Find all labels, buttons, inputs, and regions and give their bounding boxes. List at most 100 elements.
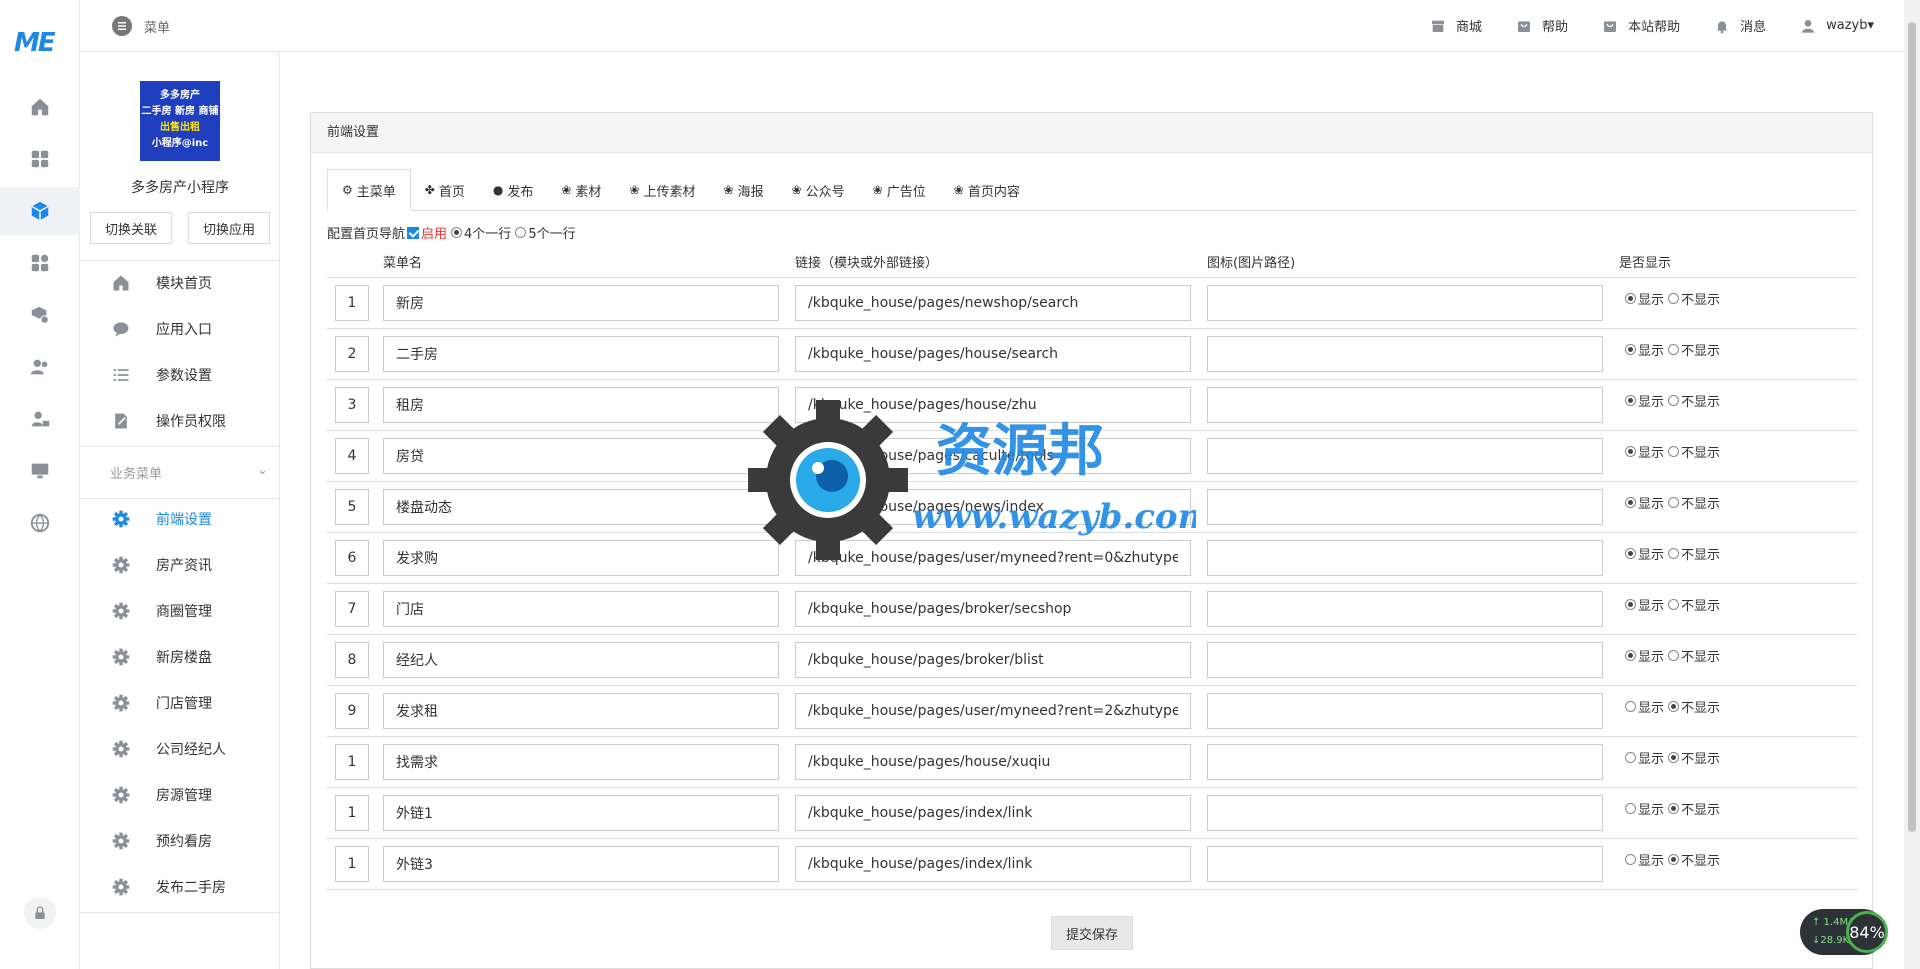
show-radio[interactable] xyxy=(1625,344,1636,355)
show-radio[interactable] xyxy=(1625,395,1636,406)
apps-grid-icon[interactable] xyxy=(0,135,80,183)
five-per-row-radio[interactable] xyxy=(515,227,527,238)
icon-path-input[interactable] xyxy=(1207,488,1603,525)
user-lock-icon[interactable] xyxy=(0,395,80,443)
switch-link-button[interactable]: 切换关联 xyxy=(90,212,172,244)
link-input[interactable] xyxy=(795,794,1191,831)
menu-name-input[interactable] xyxy=(383,488,779,525)
menu-toggle[interactable]: 菜单 xyxy=(112,16,170,36)
menu-name-input[interactable] xyxy=(383,335,779,372)
show-radio[interactable] xyxy=(1625,752,1636,763)
link-input[interactable] xyxy=(795,488,1191,525)
hide-radio[interactable] xyxy=(1668,497,1680,508)
submit-save-button[interactable]: 提交保存 xyxy=(1051,916,1133,950)
hide-radio[interactable] xyxy=(1668,293,1680,304)
menu-name-input[interactable] xyxy=(383,641,779,678)
icon-path-input[interactable] xyxy=(1207,794,1603,831)
box-settings-icon[interactable] xyxy=(0,291,80,339)
enable-checkbox[interactable] xyxy=(407,226,420,239)
hide-radio[interactable] xyxy=(1668,803,1680,814)
show-radio[interactable] xyxy=(1625,650,1636,661)
hide-radio[interactable] xyxy=(1668,701,1680,712)
icon-path-input[interactable] xyxy=(1207,692,1603,729)
messages-link[interactable]: 消息 xyxy=(1714,16,1766,35)
sidebar-item-business[interactable]: 门店管理 xyxy=(80,682,280,724)
user-menu[interactable]: wazyb▾ xyxy=(1800,18,1874,34)
link-input[interactable] xyxy=(795,692,1191,729)
hide-radio[interactable] xyxy=(1668,854,1680,865)
order-field[interactable]: 9 xyxy=(335,692,369,729)
order-field[interactable]: 3 xyxy=(335,386,369,423)
order-field[interactable]: 1 xyxy=(335,284,369,321)
network-speed-widget[interactable]: ↑ 1.4M/s ↓28.9K/s 84% xyxy=(1800,909,1888,955)
icon-path-input[interactable] xyxy=(1207,539,1603,576)
page-scrollbar[interactable] xyxy=(1904,0,1920,969)
menu-name-input[interactable] xyxy=(383,692,779,729)
tab-2[interactable]: ● 发布 xyxy=(479,169,548,211)
four-per-row-radio[interactable] xyxy=(451,227,463,238)
order-field[interactable]: 6 xyxy=(335,539,369,576)
show-radio[interactable] xyxy=(1625,803,1636,814)
tab-1[interactable]: ✤ 首页 xyxy=(411,169,479,211)
help-link[interactable]: 帮助 xyxy=(1516,16,1568,35)
sidebar-item-business[interactable]: 新房楼盘 xyxy=(80,636,280,678)
order-field[interactable]: 4 xyxy=(335,437,369,474)
link-input[interactable] xyxy=(795,437,1191,474)
scrollbar-thumb[interactable] xyxy=(1908,22,1916,832)
show-radio[interactable] xyxy=(1625,548,1636,559)
hide-radio[interactable] xyxy=(1668,752,1680,763)
link-input[interactable] xyxy=(795,743,1191,780)
link-input[interactable] xyxy=(795,386,1191,423)
sidebar-item-business[interactable]: 房产资讯 xyxy=(80,544,280,586)
menu-name-input[interactable] xyxy=(383,539,779,576)
sidebar-item-module-home[interactable]: 模块首页 xyxy=(80,262,280,304)
site-help-link[interactable]: 本站帮助 xyxy=(1602,16,1680,35)
switch-app-button[interactable]: 切换应用 xyxy=(188,212,270,244)
tab-4[interactable]: ❀ 上传素材 xyxy=(615,169,709,211)
sidebar-item-app-entry[interactable]: 应用入口 xyxy=(80,308,280,350)
store-link[interactable]: 商城 xyxy=(1430,16,1482,35)
icon-path-input[interactable] xyxy=(1207,845,1603,882)
link-input[interactable] xyxy=(795,335,1191,372)
icon-path-input[interactable] xyxy=(1207,743,1603,780)
home-icon[interactable] xyxy=(0,83,80,131)
menu-name-input[interactable] xyxy=(383,845,779,882)
icon-path-input[interactable] xyxy=(1207,641,1603,678)
monitor-icon[interactable] xyxy=(0,447,80,495)
cube-icon[interactable] xyxy=(0,187,80,235)
show-radio[interactable] xyxy=(1625,293,1636,304)
hide-radio[interactable] xyxy=(1668,395,1680,406)
link-input[interactable] xyxy=(795,590,1191,627)
sidebar-item-params[interactable]: 参数设置 xyxy=(80,354,280,396)
menu-name-input[interactable] xyxy=(383,743,779,780)
app-logo[interactable]: ME xyxy=(14,28,56,58)
menu-name-input[interactable] xyxy=(383,794,779,831)
order-field[interactable]: 8 xyxy=(335,641,369,678)
sidebar-item-business[interactable]: 商圈管理 xyxy=(80,590,280,632)
tab-7[interactable]: ❀ 广告位 xyxy=(859,169,940,211)
show-radio[interactable] xyxy=(1625,446,1636,457)
menu-name-input[interactable] xyxy=(383,590,779,627)
tab-5[interactable]: ❀ 海报 xyxy=(710,169,778,211)
icon-path-input[interactable] xyxy=(1207,335,1603,372)
sidebar-item-business[interactable]: 公司经纪人 xyxy=(80,728,280,770)
menu-name-input[interactable] xyxy=(383,386,779,423)
sidebar-item-business[interactable]: 预约看房 xyxy=(80,820,280,862)
tab-0[interactable]: ⚙ 主菜单 xyxy=(327,169,411,211)
order-field[interactable]: 1 xyxy=(335,743,369,780)
order-field[interactable]: 1 xyxy=(335,845,369,882)
hide-radio[interactable] xyxy=(1668,344,1680,355)
tab-3[interactable]: ❀ 素材 xyxy=(547,169,615,211)
business-menu-group[interactable]: 业务菜单 ⌄ xyxy=(110,463,280,482)
menu-name-input[interactable] xyxy=(383,284,779,321)
order-field[interactable]: 7 xyxy=(335,590,369,627)
icon-path-input[interactable] xyxy=(1207,386,1603,423)
menu-name-input[interactable] xyxy=(383,437,779,474)
link-input[interactable] xyxy=(795,284,1191,321)
tab-8[interactable]: ❀ 首页内容 xyxy=(940,169,1034,211)
sidebar-item-business[interactable]: 房源管理 xyxy=(80,774,280,816)
globe-icon[interactable] xyxy=(0,499,80,547)
show-radio[interactable] xyxy=(1625,701,1636,712)
icon-path-input[interactable] xyxy=(1207,437,1603,474)
order-field[interactable]: 2 xyxy=(335,335,369,372)
